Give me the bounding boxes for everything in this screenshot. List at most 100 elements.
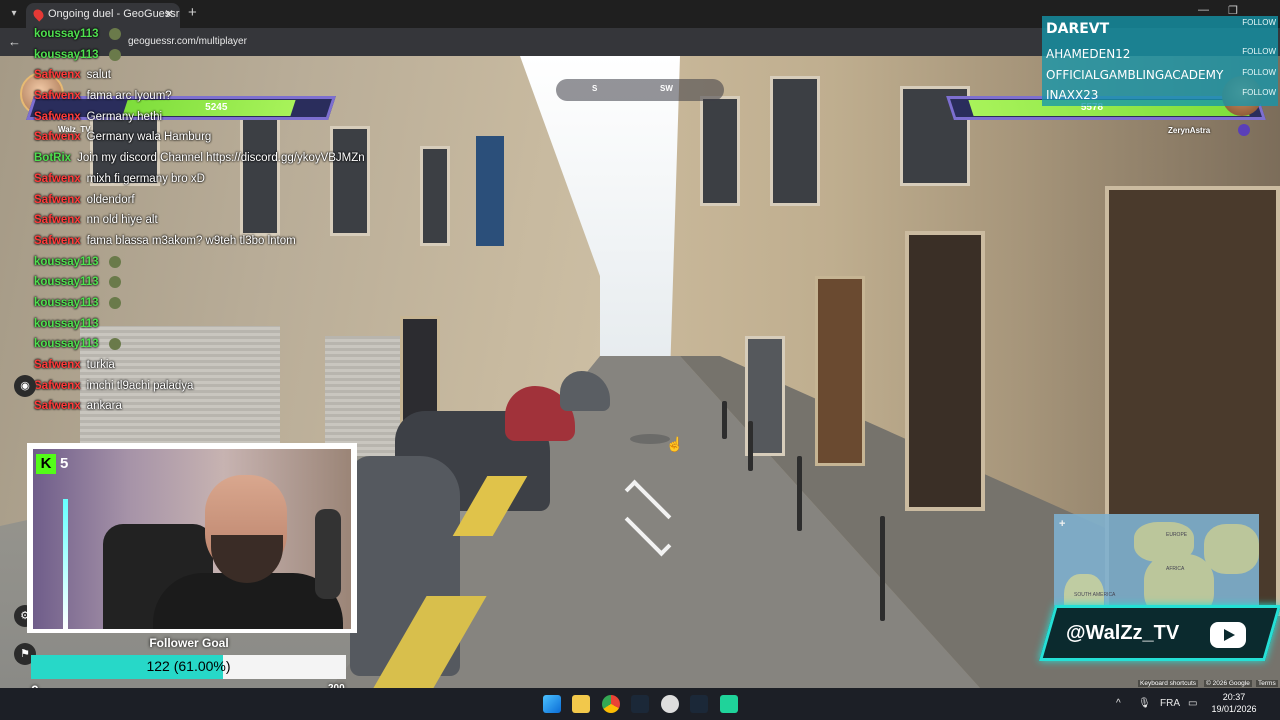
chat-text: fama blassa m3akom? w9teh tl3bo lntom [86, 234, 296, 247]
chat-message: koussay113 [34, 293, 374, 314]
chat-emote-icon [108, 296, 121, 309]
map-label-europe: EUROPE [1166, 532, 1188, 538]
chat-text: mixh fi germany bro xD [86, 172, 205, 185]
map-label-south-america: SOUTH AMERICA [1074, 592, 1116, 598]
follow-button[interactable]: FOLLOW [1242, 88, 1276, 97]
map-pin-icon[interactable]: ◉ [14, 375, 36, 397]
follow-name: AHAMEDEN12 [1046, 47, 1131, 61]
kick-viewer-count: K5 [36, 454, 68, 474]
tray-chevron-icon[interactable]: ^ [1116, 698, 1121, 709]
chat-message: koussay113 [34, 334, 374, 355]
chat-text: imchi tl9achi paladya [86, 379, 194, 392]
chat-username: Safwenx [34, 69, 81, 82]
close-tab-icon[interactable]: ✕ [164, 3, 174, 25]
cursor-ground-marker [630, 434, 670, 444]
network-icon[interactable]: ▭ [1188, 698, 1197, 709]
chat-username: Safwenx [34, 110, 81, 123]
window [700, 96, 740, 206]
file-explorer-icon[interactable] [572, 695, 590, 713]
steam-icon[interactable] [631, 695, 649, 713]
chat-username: koussay113 [34, 28, 99, 40]
chat-username: koussay113 [34, 255, 99, 268]
chat-emote-icon [108, 276, 121, 289]
kick-logo-icon: K [36, 454, 56, 474]
follow-name: INAXX23 [1046, 88, 1099, 102]
shop-window [905, 231, 985, 511]
chat-message: koussay113 [34, 24, 374, 45]
follows-header: DAREVT [1046, 21, 1110, 37]
bollard [722, 401, 727, 439]
chat-message: Safwenx ankara [34, 396, 374, 417]
bollard [797, 456, 802, 531]
settings-app-icon[interactable] [661, 695, 679, 713]
wooden-door [815, 276, 865, 466]
shop-sign [476, 136, 504, 246]
right-player-name: ZerynAstra [1168, 126, 1211, 135]
chat-username: Safwenx [34, 172, 81, 185]
chat-username: Safwenx [34, 379, 81, 392]
chat-username: Safwenx [34, 193, 81, 206]
chat-username: koussay113 [34, 276, 99, 289]
bollard [748, 421, 753, 471]
follow-button[interactable]: FOLLOW [1242, 18, 1276, 27]
chat-username: Safwenx [34, 214, 81, 227]
window [770, 76, 820, 206]
chat-message: BotRix Join my discord Channel https://di… [34, 148, 374, 169]
compass-label-sw: SW [660, 84, 673, 93]
steam-icon-2[interactable] [690, 695, 708, 713]
chat-message: Safwenx fama arc lyoum? [34, 86, 374, 107]
clock-time: 20:37 [1222, 692, 1246, 702]
follower-goal-value: 122 (61.00%) [146, 658, 231, 674]
chat-message: koussay113 [34, 252, 374, 273]
chat-text: ankara [86, 400, 122, 413]
recent-follows-panel: DAREVT FOLLOW AHAMEDEN12 FOLLOW OFFICIAL… [1042, 16, 1278, 106]
chat-username: Safwenx [34, 400, 81, 413]
system-clock[interactable]: 20:37 19/01/2026 [1206, 691, 1262, 715]
back-arrow-icon[interactable]: ← [8, 34, 21, 49]
chat-message: koussay113 [34, 272, 374, 293]
stream-chat: koussay113 koussay113 Safwenx salut Safwenx f… [34, 24, 374, 417]
chat-message: Safwenx fama blassa m3akom? w9teh tl3bo l… [34, 231, 374, 252]
chat-text: nn old hiye alt [86, 214, 158, 227]
chat-username: Safwenx [34, 90, 81, 103]
chat-message: koussay113 [34, 314, 374, 335]
chrome-icon[interactable] [602, 695, 620, 713]
chat-message: Safwenx mixh fi germany bro xD [34, 169, 374, 190]
follow-button[interactable]: FOLLOW [1242, 47, 1276, 56]
chat-username: Safwenx [34, 131, 81, 144]
chat-text: salut [86, 69, 111, 82]
map-zoom-in-button[interactable]: + [1059, 518, 1065, 530]
minimize-icon[interactable]: — [1198, 4, 1209, 16]
follow-button[interactable]: FOLLOW [1242, 68, 1276, 77]
chat-message: Safwenx turkia [34, 355, 374, 376]
chat-username: Safwenx [34, 234, 81, 247]
microphone-icon[interactable]: 🎙 [1138, 698, 1151, 709]
follower-goal-title: Follower Goal [149, 636, 229, 650]
chat-emote-icon [108, 27, 121, 40]
app-icon[interactable] [720, 695, 738, 713]
new-tab-button[interactable]: + [188, 4, 197, 21]
microphone [315, 509, 341, 599]
social-handle: @WalZz_TV [1066, 622, 1180, 644]
youtube-icon [1210, 622, 1246, 648]
terms-link[interactable]: Terms [1256, 680, 1278, 687]
follow-name: OFFICIALGAMBLINGACADEMY [1046, 68, 1224, 82]
keyboard-shortcuts-link[interactable]: Keyboard shortcuts [1138, 680, 1199, 687]
screen: ▾ Ongoing duel - GeoGuessr ✕ + — ❐ ← geo… [0, 0, 1280, 720]
google-copyright: © 2026 Google [1204, 680, 1252, 687]
chat-username: koussay113 [34, 48, 99, 61]
window [420, 146, 450, 246]
language-indicator[interactable]: FRA [1160, 698, 1180, 709]
tab-search-icon[interactable]: ▾ [6, 6, 22, 22]
chat-message: Safwenx nn old hiye alt [34, 210, 374, 231]
compass-label-s: S [592, 84, 598, 93]
chat-text: Germany hethi [86, 110, 163, 123]
windows-taskbar: ^ 🎙 FRA ▭ 20:37 19/01/2026 [0, 688, 1280, 720]
chat-message: Safwenx oldendorf [34, 190, 374, 211]
follower-goal-bar: 122 (61.00%) [31, 655, 346, 679]
chat-emote-icon [108, 255, 121, 268]
windows-start-icon[interactable] [543, 695, 561, 713]
chat-username: BotRix [34, 152, 72, 165]
geoguessr-favicon-icon [31, 7, 46, 22]
chat-message: Safwenx salut [34, 65, 374, 86]
